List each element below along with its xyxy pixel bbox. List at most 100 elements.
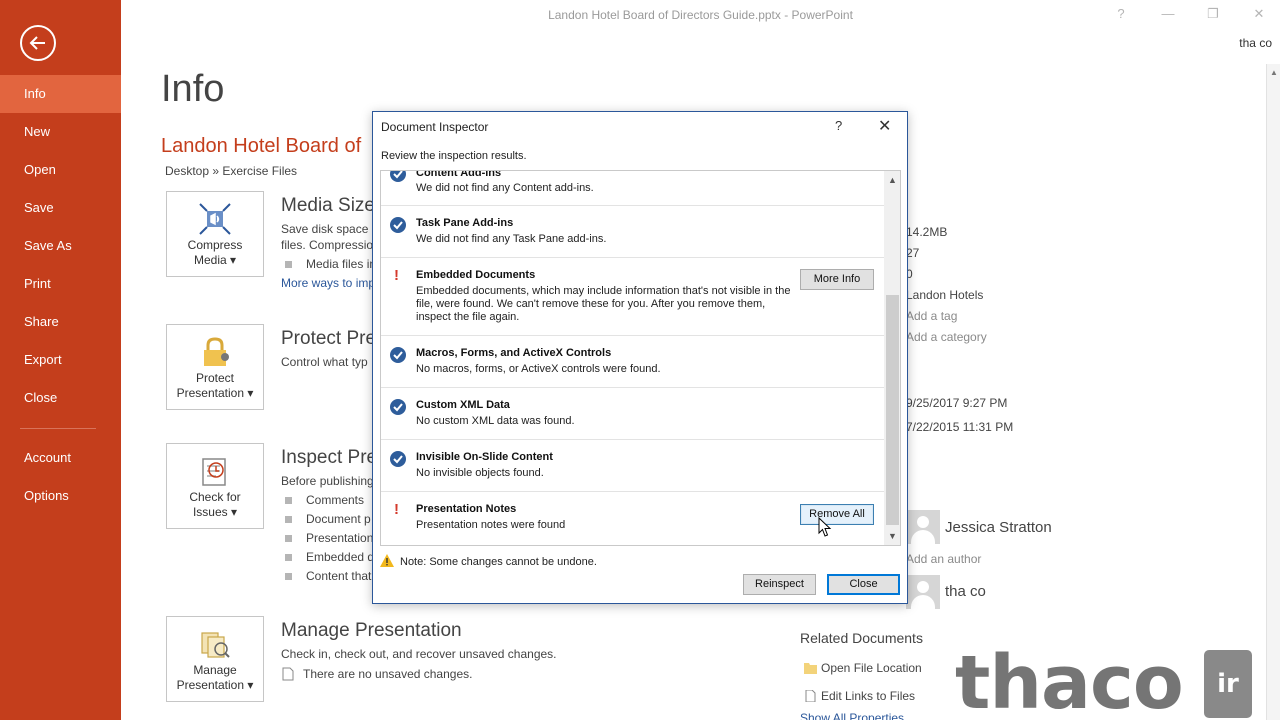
manage-presentation-button[interactable]: Manage Presentation ▾ — [166, 616, 264, 702]
result-desc: No custom XML data was found. — [416, 415, 575, 427]
add-category-field[interactable]: Add a category — [906, 330, 987, 344]
check-circle-icon — [390, 347, 406, 363]
result-title: Custom XML Data — [416, 399, 510, 411]
nav-item-save[interactable]: Save — [0, 189, 121, 227]
inspect-heading: Inspect Pre — [281, 447, 378, 468]
close-window-icon[interactable]: ✕ — [1249, 6, 1269, 22]
more-info-button[interactable]: More Info — [800, 269, 874, 290]
manage-presentation-icon — [201, 632, 230, 658]
result-desc: Presentation notes were found — [416, 519, 566, 531]
undo-warning: Note: Some changes cannot be undone. — [380, 554, 597, 568]
result-title: Task Pane Add-ins — [416, 217, 514, 229]
nav-item-print[interactable]: Print — [0, 265, 121, 303]
media-desc-line-1: Save disk space a — [281, 222, 379, 236]
nav-item-account[interactable]: Account — [0, 439, 121, 477]
media-size-heading: Media Size — [281, 195, 375, 216]
nav-item-share[interactable]: Share — [0, 303, 121, 341]
nav-item-save-as[interactable]: Save As — [0, 227, 121, 265]
check-for-issues-button[interactable]: Check for Issues ▾ — [166, 443, 264, 529]
reinspect-button[interactable]: Reinspect — [743, 574, 816, 595]
open-file-location-label: Open File Location — [821, 661, 922, 675]
undo-warning-text: Note: Some changes cannot be undone. — [400, 556, 597, 568]
inspection-results-list[interactable]: Content Add-ins We did not find any Cont… — [380, 170, 901, 546]
compress-media-icon — [199, 203, 231, 235]
check-circle-icon — [390, 171, 406, 182]
dialog-title: Document Inspector — [381, 120, 489, 134]
manage-desc: Check in, check out, and recover unsaved… — [281, 647, 557, 661]
manage-label-2: Presentation ▾ — [176, 678, 254, 692]
restore-icon[interactable]: ❐ — [1203, 6, 1223, 22]
signed-in-user[interactable]: tha co — [1239, 36, 1272, 50]
open-file-location-link[interactable]: Open File Location — [804, 661, 922, 675]
dialog-close-icon[interactable]: ✕ — [878, 116, 891, 136]
scroll-down-arrow-icon[interactable]: ▼ — [888, 531, 897, 541]
result-row-task-pane: Task Pane Add-ins We did not find any Ta… — [381, 206, 884, 258]
remove-all-button[interactable]: Remove All — [800, 504, 874, 525]
warning-exclamation-icon: ! — [394, 501, 399, 518]
page-scrollbar[interactable]: ▲ — [1266, 64, 1280, 720]
lock-icon — [204, 337, 229, 366]
nav-item-export[interactable]: Export — [0, 341, 121, 379]
scroll-up-arrow-icon[interactable]: ▲ — [888, 175, 897, 185]
result-row-custom-xml: Custom XML Data No custom XML data was f… — [381, 388, 884, 440]
protect-label-2: Presentation ▾ — [176, 386, 254, 400]
result-desc: We did not find any Content add-ins. — [416, 182, 594, 194]
scroll-up-icon[interactable]: ▲ — [1270, 68, 1278, 77]
result-title: Presentation Notes — [416, 503, 517, 515]
help-icon[interactable]: ? — [1111, 6, 1131, 21]
property-title[interactable]: Landon Hotels — [906, 288, 983, 302]
watermark-logo: thaco — [955, 640, 1184, 720]
dialog-subtitle: Review the inspection results. — [381, 150, 527, 162]
breadcrumb[interactable]: Desktop » Exercise Files — [165, 164, 297, 178]
check-circle-icon — [390, 451, 406, 467]
nav-item-new[interactable]: New — [0, 113, 121, 151]
related-documents-heading: Related Documents — [800, 630, 923, 646]
avatar-icon — [906, 510, 940, 544]
nav-item-info[interactable]: Info — [0, 75, 121, 113]
warning-triangle-icon — [380, 554, 394, 567]
protect-heading: Protect Pres — [281, 328, 386, 349]
inspect-bullet-document: Document p — [285, 512, 371, 526]
close-dialog-button[interactable]: Close — [827, 574, 900, 595]
protect-label-1: Protect — [195, 371, 234, 385]
add-author-field[interactable]: Add an author — [906, 552, 981, 566]
result-title: Invisible On-Slide Content — [416, 451, 553, 463]
minimize-icon[interactable]: — — [1158, 6, 1178, 21]
check-circle-icon — [390, 217, 406, 233]
result-row-embedded-docs: ! Embedded Documents Embedded documents,… — [381, 258, 884, 336]
inspect-desc: Before publishing — [281, 474, 374, 488]
result-row-macros: Macros, Forms, and ActiveX Controls No m… — [381, 336, 884, 388]
link-document-icon — [805, 690, 816, 702]
edit-links-link[interactable]: Edit Links to Files — [804, 689, 915, 703]
show-all-properties-link[interactable]: Show All Properties — [800, 711, 904, 720]
back-arrow-icon[interactable] — [20, 25, 56, 61]
scroll-thumb[interactable] — [886, 295, 899, 525]
property-size: 14.2MB — [906, 225, 948, 239]
nav-item-open[interactable]: Open — [0, 151, 121, 189]
compress-media-button[interactable]: Compress Media ▾ — [166, 191, 264, 277]
manage-label-1: Manage — [193, 663, 237, 677]
mouse-cursor-icon — [818, 517, 832, 537]
results-scrollbar[interactable]: ▲ ▼ — [884, 171, 900, 545]
manage-heading: Manage Presentation — [281, 620, 462, 641]
nav-item-close[interactable]: Close — [0, 379, 121, 417]
protect-presentation-button[interactable]: Protect Presentation ▾ — [166, 324, 264, 410]
result-row-presentation-notes: ! Presentation Notes Presentation notes … — [381, 492, 884, 544]
check-circle-icon — [390, 399, 406, 415]
result-row-invisible-content: Invisible On-Slide Content No invisible … — [381, 440, 884, 492]
add-tag-field[interactable]: Add a tag — [906, 309, 957, 323]
edit-links-label: Edit Links to Files — [821, 689, 916, 703]
window-title: Landon Hotel Board of Directors Guide.pp… — [548, 8, 853, 22]
last-modified-by[interactable]: tha co — [945, 583, 986, 600]
check-issues-label-1: Check for — [189, 490, 241, 504]
dialog-help-icon[interactable]: ? — [835, 118, 842, 133]
inspect-bullet-presentation: Presentation — [285, 531, 373, 545]
nav-divider — [20, 428, 96, 429]
author-name-1[interactable]: Jessica Stratton — [945, 519, 1052, 536]
folder-icon — [804, 663, 817, 674]
property-created: 7/22/2015 11:31 PM — [906, 420, 1014, 434]
result-title: Macros, Forms, and ActiveX Controls — [416, 347, 612, 359]
more-ways-link[interactable]: More ways to imp — [281, 276, 375, 290]
page-title: Info — [161, 68, 225, 110]
nav-item-options[interactable]: Options — [0, 477, 121, 515]
